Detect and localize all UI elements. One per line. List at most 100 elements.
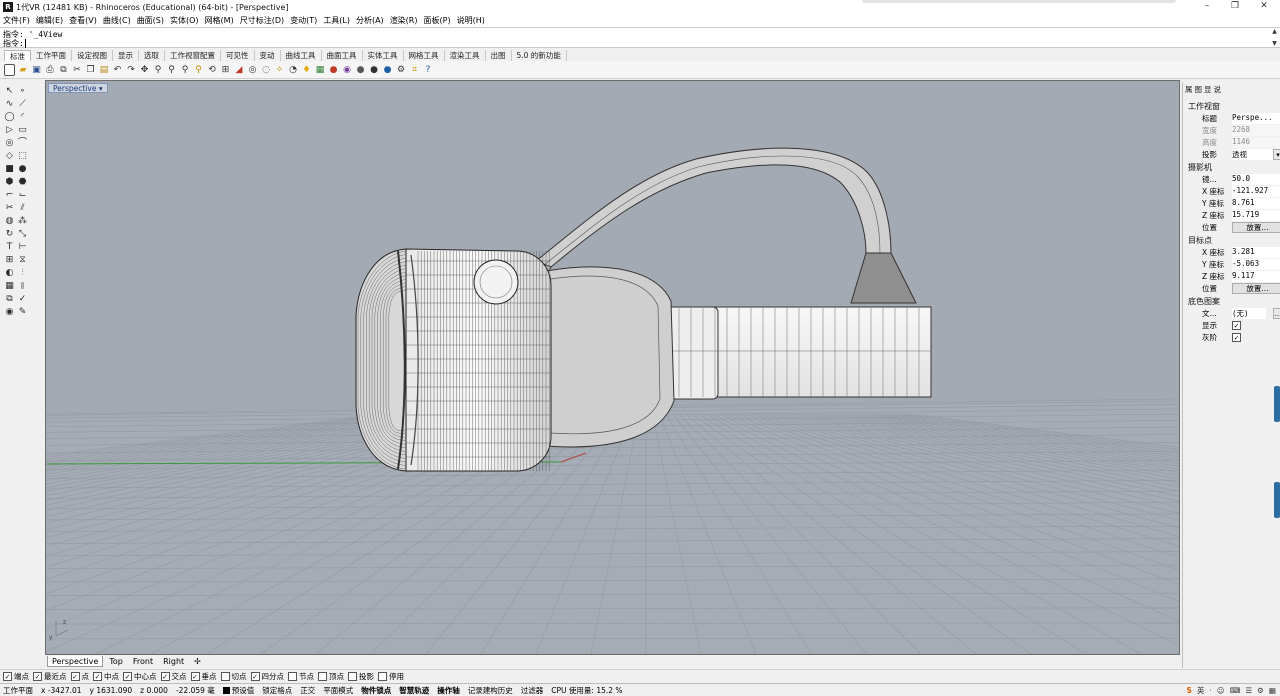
sun-icon[interactable]: ● (369, 64, 380, 76)
light-icon[interactable]: ♦ (301, 64, 312, 76)
status-cplane[interactable]: 工作平面 (3, 685, 33, 696)
rotate-view-icon[interactable]: ⟲ (207, 64, 218, 76)
arc-icon[interactable]: ◜ (17, 112, 28, 123)
osnap-9[interactable]: 节点 (288, 671, 314, 682)
vp-tab-front[interactable]: Front (129, 656, 157, 667)
osnap-checkbox[interactable]: ✓ (123, 671, 132, 681)
zoom-extents-icon[interactable]: ⚲ (180, 64, 191, 76)
osnap-checkbox[interactable] (348, 671, 357, 681)
sphere-icon[interactable]: ● (355, 64, 366, 76)
menu-dimension[interactable]: 尺寸标注(D) (240, 15, 284, 26)
extrude-icon[interactable]: ⬚ (17, 151, 28, 162)
tab-drafting[interactable]: 出图 (486, 50, 512, 61)
tab-select[interactable]: 选取 (139, 50, 165, 61)
render-icon[interactable]: ◉ (342, 64, 353, 76)
render-tool-icon[interactable]: ◉ (4, 307, 15, 318)
triangle-icon[interactable]: ▷ (4, 125, 15, 136)
bg-gray-checkbox[interactable]: ✓ (1232, 333, 1241, 342)
status-gumball[interactable]: 操作轴 (437, 685, 460, 696)
status-ortho[interactable]: 正交 (300, 685, 315, 696)
check-icon[interactable]: ✓ (17, 294, 28, 305)
osnap-checkbox[interactable]: ✓ (3, 671, 12, 681)
mesh-icon[interactable]: ⬢ (4, 177, 15, 188)
menu-edit[interactable]: 编辑(E) (36, 15, 63, 26)
open-icon[interactable]: ▰ (18, 64, 29, 76)
freeform-curve-icon[interactable]: ⌒ (17, 138, 28, 149)
tgt-z-field[interactable]: 9.117 (1232, 271, 1280, 282)
scale-icon[interactable]: ⤡ (17, 229, 28, 240)
zoom-selected-icon[interactable]: ⚲ (193, 64, 204, 76)
tray-grid-icon[interactable]: ▦ (1269, 686, 1276, 695)
pan-icon[interactable]: ✥ (139, 64, 150, 76)
cam-x-field[interactable]: -121.927 (1232, 186, 1280, 197)
grid-icon[interactable]: ▦ (4, 281, 15, 292)
cam-z-field[interactable]: 15.719 (1232, 210, 1280, 221)
mirror-icon[interactable]: ⧖ (17, 255, 28, 266)
menu-help[interactable]: 说明(H) (457, 15, 485, 26)
print-icon[interactable]: ⎙ (45, 64, 56, 76)
command-prompt[interactable]: 指令: (3, 38, 31, 49)
tab-new-in-v5[interactable]: 5.0 的新功能 (512, 50, 567, 61)
osnap-checkbox[interactable]: ✓ (160, 671, 170, 681)
close-button[interactable]: ✕ (1250, 0, 1278, 14)
osnap-checkbox[interactable] (220, 671, 230, 681)
menu-render[interactable]: 渲染(R) (390, 15, 418, 26)
zoom-window-icon[interactable]: ⚲ (166, 64, 177, 76)
select-arrow-icon[interactable]: ↖ (4, 86, 15, 97)
minimize-button[interactable]: – (1193, 0, 1221, 14)
osnap-1[interactable]: ✓ 最近点 (33, 671, 67, 682)
tray-emoji-icon[interactable]: ☺ (1217, 686, 1225, 695)
tgt-place-button[interactable]: 放置... (1232, 283, 1280, 294)
options-icon[interactable]: ⚙ (396, 64, 407, 76)
status-grid-snap[interactable]: 锁定格点 (262, 685, 292, 696)
osnap-checkbox[interactable]: ✓ (33, 671, 42, 681)
four-view-icon[interactable]: ⊞ (220, 64, 231, 76)
tab-cplanes[interactable]: 工作平面 (31, 50, 72, 61)
ellipse-icon[interactable]: ◎ (4, 138, 15, 149)
array-icon[interactable]: ⊞ (4, 255, 15, 266)
rotate-icon[interactable]: ↻ (4, 229, 15, 240)
panel-tab-help[interactable]: 说 (1214, 84, 1222, 95)
status-history[interactable]: 记录建构历史 (468, 685, 513, 696)
tray-settings-icon[interactable]: ⚙ (1257, 686, 1264, 695)
trim-icon[interactable]: ✂ (4, 203, 15, 214)
new-icon[interactable] (4, 63, 15, 76)
text-icon[interactable]: T (4, 242, 15, 253)
show-hide-icon[interactable]: ◎ (247, 64, 258, 76)
split-icon[interactable]: ⫽ (17, 203, 28, 214)
chamfer-icon[interactable]: ⌙ (17, 190, 28, 201)
command-scrollbar[interactable]: ▲ ▼ (1271, 29, 1278, 47)
group-icon[interactable]: ◍ (4, 216, 15, 227)
menu-solid[interactable]: 实体(O) (170, 15, 199, 26)
osnap-checkbox[interactable]: ✓ (190, 671, 200, 681)
point-icon[interactable]: ✧ (274, 64, 285, 76)
tray-dot-icon[interactable]: · (1209, 686, 1211, 695)
lock-icon[interactable]: ◌ (261, 64, 272, 76)
osnap-6[interactable]: ✓ 垂点 (190, 671, 217, 682)
viewport-title[interactable]: Perspective ▾ (48, 83, 108, 93)
osnap-checkbox[interactable] (318, 671, 327, 681)
save-icon[interactable]: ▣ (31, 64, 42, 76)
osnap-4[interactable]: ✓ 中心点 (123, 671, 157, 682)
osnap-0[interactable]: ✓ 端点 (3, 671, 29, 682)
menu-view[interactable]: 查看(V) (69, 15, 97, 26)
rectangle-icon[interactable]: ▭ (17, 125, 28, 136)
tab-transform[interactable]: 变动 (255, 50, 281, 61)
title-field[interactable]: Perspe... (1232, 113, 1280, 124)
panel-tab-display[interactable]: 显 (1204, 84, 1212, 95)
status-planar[interactable]: 平面模式 (323, 685, 353, 696)
lens-field[interactable]: 50.0 (1232, 174, 1280, 185)
dimension-icon[interactable]: ⊢ (17, 242, 28, 253)
vp-tab-top[interactable]: Top (105, 656, 127, 667)
tab-viewport-layout[interactable]: 工作视窗配置 (165, 50, 221, 61)
solid-sphere-icon[interactable]: ● (17, 164, 28, 175)
status-filter[interactable]: 过滤器 (521, 685, 544, 696)
viewport-canvas[interactable]: y z (46, 81, 1179, 654)
tray-ime-english[interactable]: 英 (1197, 685, 1205, 696)
panel-tab-layers[interactable]: 图 (1195, 84, 1203, 95)
tray-sogou-icon[interactable]: S (1186, 686, 1191, 695)
material-tool-icon[interactable]: ✎ (17, 307, 28, 318)
boolean-icon[interactable]: ◐ (4, 268, 15, 279)
cam-place-button[interactable]: 放置... (1232, 222, 1280, 233)
copy-icon[interactable]: ❐ (85, 64, 96, 76)
